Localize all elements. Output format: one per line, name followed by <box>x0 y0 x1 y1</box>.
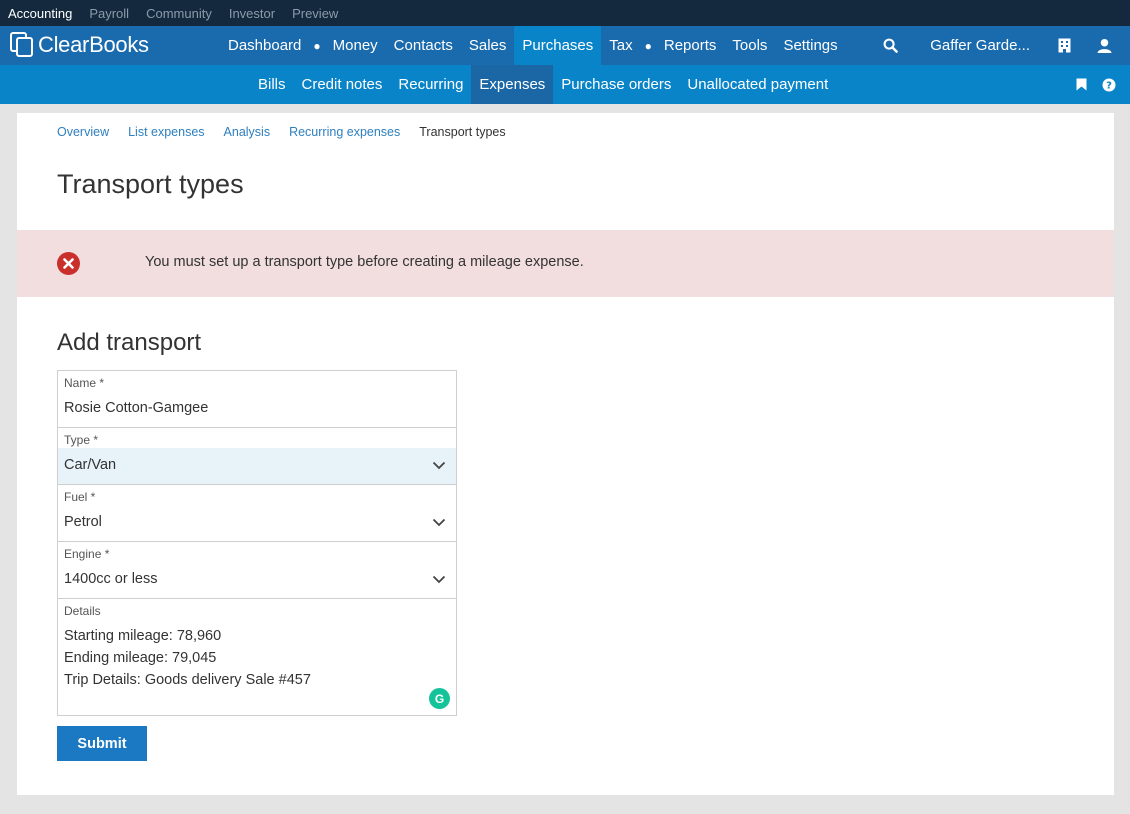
subnav-credit-notes[interactable]: Credit notes <box>294 65 391 104</box>
nav-sales[interactable]: Sales <box>461 26 515 65</box>
error-icon <box>57 252 80 275</box>
chevron-down-icon <box>432 575 446 584</box>
product-bar: Accounting Payroll Community Investor Pr… <box>0 0 1130 26</box>
clearbooks-logo-icon <box>10 32 36 58</box>
user-icon[interactable] <box>1096 38 1112 54</box>
fuel-value: Petrol <box>64 514 102 530</box>
subnav-expenses[interactable]: Expenses <box>471 65 554 104</box>
content-panel: Overview List expenses Analysis Recurrin… <box>17 113 1114 795</box>
type-label: Type * <box>64 433 99 447</box>
nav-separator-dot: ● <box>313 38 321 53</box>
nav-separator-dot: ● <box>644 38 652 53</box>
name-field[interactable]: Name * Rosie Cotton-Gamgee <box>57 370 457 428</box>
details-line: Trip Details: Goods delivery Sale #457 <box>64 672 311 688</box>
type-select[interactable]: Type * Car/Van <box>57 428 457 485</box>
details-line: Ending mileage: 79,045 <box>64 650 217 666</box>
nav-tools[interactable]: Tools <box>724 26 775 65</box>
type-select-value[interactable]: Car/Van <box>58 448 456 484</box>
product-payroll[interactable]: Payroll <box>89 6 129 21</box>
type-value: Car/Van <box>64 457 117 473</box>
organisation-name[interactable]: Gaffer Garde... <box>930 37 1030 54</box>
nav-dashboard[interactable]: Dashboard <box>220 26 309 65</box>
name-label: Name * <box>64 376 105 390</box>
nav-contacts[interactable]: Contacts <box>386 26 461 65</box>
details-text[interactable]: Starting mileage: 78,960 Ending mileage:… <box>58 619 456 715</box>
engine-select-value[interactable]: 1400cc or less <box>58 562 456 598</box>
logo[interactable]: ClearBooks <box>10 32 149 58</box>
subnav-bills[interactable]: Bills <box>250 65 294 104</box>
building-icon[interactable] <box>1056 38 1072 54</box>
product-investor[interactable]: Investor <box>229 6 275 21</box>
subnav-purchase-orders[interactable]: Purchase orders <box>553 65 679 104</box>
breadcrumb-list-expenses[interactable]: List expenses <box>128 125 204 139</box>
add-transport-form: Name * Rosie Cotton-Gamgee Type * Car/Va… <box>57 370 457 716</box>
chevron-down-icon <box>432 461 446 470</box>
fuel-select-value[interactable]: Petrol <box>58 505 456 541</box>
nav-settings[interactable]: Settings <box>775 26 845 65</box>
product-community[interactable]: Community <box>146 6 212 21</box>
fuel-label: Fuel * <box>64 490 96 504</box>
breadcrumb-recurring-expenses[interactable]: Recurring expenses <box>289 125 400 139</box>
search-icon[interactable] <box>882 38 898 54</box>
engine-value: 1400cc or less <box>64 571 158 587</box>
bookmark-icon[interactable] <box>1074 78 1088 92</box>
breadcrumb-transport-types: Transport types <box>419 125 506 139</box>
details-label: Details <box>64 604 101 618</box>
nav-reports[interactable]: Reports <box>656 26 725 65</box>
subnav-unallocated-payment[interactable]: Unallocated payment <box>679 65 836 104</box>
product-accounting[interactable]: Accounting <box>8 6 72 21</box>
submit-button[interactable]: Submit <box>57 726 147 761</box>
svg-text:?: ? <box>1106 80 1112 91</box>
breadcrumb-analysis[interactable]: Analysis <box>224 125 271 139</box>
fuel-select[interactable]: Fuel * Petrol <box>57 485 457 542</box>
section-title: Add transport <box>57 329 202 356</box>
nav-purchases[interactable]: Purchases <box>514 26 602 65</box>
engine-label: Engine * <box>64 547 110 561</box>
product-preview[interactable]: Preview <box>292 6 338 21</box>
error-alert: You must set up a transport type before … <box>17 230 1114 297</box>
details-textarea[interactable]: Details Starting mileage: 78,960 Ending … <box>57 599 457 716</box>
help-icon[interactable]: ? <box>1102 78 1116 92</box>
alert-message: You must set up a transport type before … <box>145 254 584 270</box>
chevron-down-icon <box>432 518 446 527</box>
details-line: Starting mileage: 78,960 <box>64 628 222 644</box>
name-input[interactable]: Rosie Cotton-Gamgee <box>58 391 456 427</box>
grammarly-icon[interactable]: G <box>429 688 450 709</box>
subnav-recurring[interactable]: Recurring <box>390 65 471 104</box>
sub-nav: Bills Credit notes Recurring Expenses Pu… <box>0 65 1130 104</box>
breadcrumb-overview[interactable]: Overview <box>57 125 109 139</box>
main-nav: ClearBooks Dashboard ● Money Contacts Sa… <box>0 26 1130 65</box>
page-title: Transport types <box>57 169 244 199</box>
nav-tax[interactable]: Tax <box>601 26 640 65</box>
breadcrumb: Overview List expenses Analysis Recurrin… <box>57 125 506 139</box>
brand-name: ClearBooks <box>38 32 149 57</box>
nav-money[interactable]: Money <box>325 26 386 65</box>
engine-select[interactable]: Engine * 1400cc or less <box>57 542 457 599</box>
